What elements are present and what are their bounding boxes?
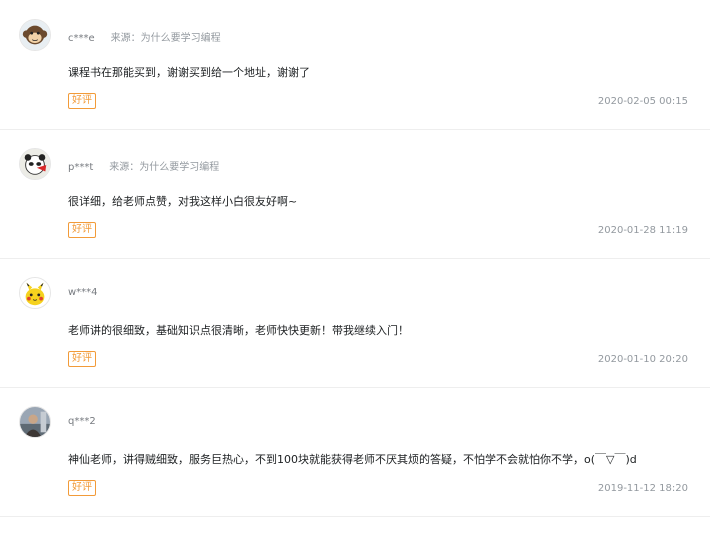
review-meta: p***t 来源：为什么要学习编程 xyxy=(68,158,219,173)
review-meta: q***2 xyxy=(68,416,96,427)
review-time: 2020-01-28 11:19 xyxy=(597,225,688,236)
panda-avatar-icon[interactable] xyxy=(19,148,51,180)
review-content: 很详细，给老师点赞，对我这样小白很友好啊~ xyxy=(68,195,298,208)
review-content: 老师讲的很细致，基础知识点很清晰，老师快快更新！带我继续入门！ xyxy=(68,324,409,337)
monkey-avatar-icon[interactable] xyxy=(19,19,51,51)
rating-tag: 好评 xyxy=(68,480,96,496)
review-content: 神仙老师，讲得贼细致，服务巨热心，不到100块就能获得老师不厌其烦的答疑，不怕学… xyxy=(68,453,637,466)
source-link[interactable]: 来源：为什么要学习编程 xyxy=(111,33,221,44)
rating-tag: 好评 xyxy=(68,351,96,367)
username[interactable]: c***e xyxy=(68,33,95,44)
review-meta: c***e 来源：为什么要学习编程 xyxy=(68,29,221,44)
review-time: 2020-01-10 20:20 xyxy=(597,354,688,365)
review-item: w***4 老师讲的很细致，基础知识点很清晰，老师快快更新！带我继续入门！ 好评… xyxy=(0,258,710,388)
pikachu-avatar-icon[interactable] xyxy=(19,277,51,309)
rating-tag: 好评 xyxy=(68,93,96,109)
review-item: p***t 来源：为什么要学习编程 很详细，给老师点赞，对我这样小白很友好啊~ 好… xyxy=(0,129,710,259)
review-item: c***e 来源：为什么要学习编程 课程书在那能买到，谢谢买到给一个地址，谢谢了 … xyxy=(0,0,710,130)
review-list: c***e 来源：为什么要学习编程 课程书在那能买到，谢谢买到给一个地址，谢谢了 … xyxy=(0,0,712,537)
review-meta: w***4 xyxy=(68,287,98,298)
rating-tag: 好评 xyxy=(68,222,96,238)
username[interactable]: w***4 xyxy=(68,287,98,298)
username[interactable]: p***t xyxy=(68,162,93,173)
review-time: 2019-11-12 18:20 xyxy=(597,483,688,494)
review-content: 课程书在那能买到，谢谢买到给一个地址，谢谢了 xyxy=(68,66,310,79)
photo-avatar-icon[interactable] xyxy=(19,406,51,438)
review-item: q***2 神仙老师，讲得贼细致，服务巨热心，不到100块就能获得老师不厌其烦的… xyxy=(0,387,710,517)
review-time: 2020-02-05 00:15 xyxy=(597,96,688,107)
username[interactable]: q***2 xyxy=(68,416,96,427)
source-link[interactable]: 来源：为什么要学习编程 xyxy=(109,162,219,173)
